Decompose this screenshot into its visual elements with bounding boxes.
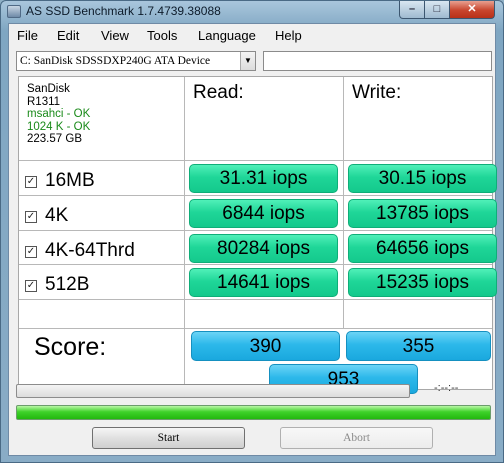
write-header: Write: [352,82,402,103]
result-read-512b: 14641 iops [189,268,338,297]
result-read-16mb: 31.31 iops [189,164,338,193]
checkbox-icon[interactable]: ✓ [25,211,37,223]
task-progress-bar [16,384,410,398]
minimize-icon: – [408,3,416,15]
elapsed-time: -:--:-- [434,382,459,394]
device-select[interactable]: C: SanDisk SDSSDXP240G ATA Device ▼ [16,51,256,71]
close-icon: ✕ [467,3,477,15]
menu-tools[interactable]: Tools [147,28,177,43]
start-button[interactable]: Start [92,427,245,449]
window-title: AS SSD Benchmark 1.7.4739.38088 [26,4,221,18]
result-write-4k: 13785 iops [348,199,497,228]
results-grid: SanDisk R1311 msahci - OK 1024 K - OK 22… [18,76,497,394]
drive-firmware: R1311 [27,95,61,108]
title-bar[interactable]: AS SSD Benchmark 1.7.4739.38088 – □ ✕ [1,1,503,23]
minimize-button[interactable]: – [399,1,425,19]
score-read: 390 [191,331,340,361]
row-label-16mb[interactable]: ✓ 16MB [25,170,95,192]
maximize-button[interactable]: □ [424,1,450,19]
result-write-4k-64thrd: 64656 iops [348,234,497,263]
read-header: Read: [193,82,244,103]
menu-view[interactable]: View [101,28,129,43]
result-read-4k-64thrd: 80284 iops [189,234,338,263]
abort-button[interactable]: Abort [280,427,433,449]
row-label-4k-64thrd[interactable]: ✓ 4K-64Thrd [25,240,135,262]
score-label: Score: [34,333,107,361]
result-read-4k: 6844 iops [189,199,338,228]
checkbox-icon[interactable]: ✓ [25,280,37,292]
drive-size: 223.57 GB [27,133,82,145]
checkbox-icon[interactable]: ✓ [25,246,37,258]
menu-help[interactable]: Help [275,28,302,43]
result-write-16mb: 30.15 iops [348,164,497,193]
menu-bar: File Edit View Tools Language Help [9,26,495,46]
menu-language[interactable]: Language [198,28,256,43]
blank-field [263,51,492,71]
close-button[interactable]: ✕ [449,1,495,19]
checkbox-icon[interactable]: ✓ [25,176,37,188]
app-icon [7,5,21,18]
alignment-status: 1024 K - OK [27,120,91,133]
row-label-512b[interactable]: ✓ 512B [25,274,89,296]
menu-file[interactable]: File [17,28,38,43]
result-write-512b: 15235 iops [348,268,497,297]
app-window: AS SSD Benchmark 1.7.4739.38088 – □ ✕ Fi… [0,0,504,463]
client-area: File Edit View Tools Language Help C: Sa… [8,23,497,456]
maximize-icon: □ [433,3,441,15]
score-write: 355 [346,331,491,361]
chevron-down-icon[interactable]: ▼ [240,52,255,70]
total-progress-bar [16,405,491,420]
device-select-value: C: SanDisk SDSSDXP240G ATA Device [20,55,211,67]
drive-vendor: SanDisk [27,83,70,95]
drive-info: SanDisk R1311 msahci - OK 1024 K - OK 22… [27,83,90,146]
row-label-4k[interactable]: ✓ 4K [25,205,68,227]
menu-edit[interactable]: Edit [57,28,79,43]
driver-status: msahci - OK [27,108,91,120]
